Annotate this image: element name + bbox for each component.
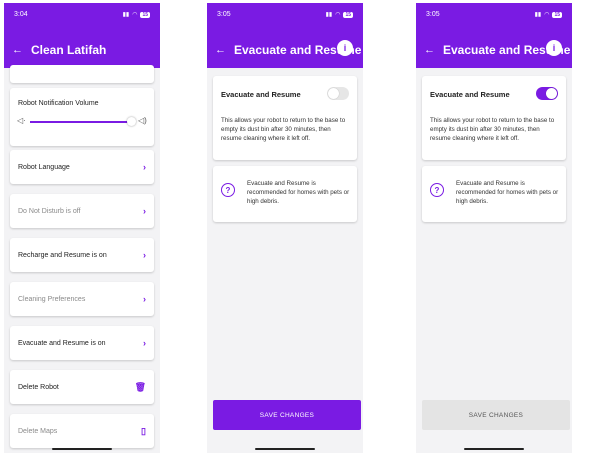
evacuate-resume-screen-on: 3:05 ▮▮ ◠ 15 ← Evacuate and Resume i Eva… xyxy=(416,3,572,453)
setting-card: Evacuate and Resume This allows your rob… xyxy=(213,76,357,160)
settings-item-robot-language[interactable]: Robot Language › xyxy=(10,150,154,184)
speaker-high-icon: ◁) xyxy=(138,116,147,125)
wifi-icon: ◠ xyxy=(335,12,341,18)
trash-icon: 🗑 xyxy=(134,381,146,392)
evacuate-resume-screen-off: 3:05 ▮▮ ◠ 15 ← Evacuate and Resume i Eva… xyxy=(207,3,363,453)
volume-label: Robot Notification Volume xyxy=(18,100,99,107)
back-arrow-icon[interactable]: ← xyxy=(215,44,226,56)
chevron-right-icon: › xyxy=(143,338,146,348)
setting-card: Evacuate and Resume This allows your rob… xyxy=(422,76,566,160)
settings-screen: 3:04 ▮▮ ◠ 15 ← Clean Latifah Robot Notif… xyxy=(4,3,160,453)
setting-title: Evacuate and Resume xyxy=(430,90,510,99)
item-label: Recharge and Resume is on xyxy=(18,251,107,259)
evacuate-resume-toggle[interactable] xyxy=(536,87,558,100)
save-changes-button[interactable]: SAVE CHANGES xyxy=(213,400,361,430)
note-card: ? Evacuate and Resume is recommended for… xyxy=(422,166,566,222)
status-time: 3:04 xyxy=(14,11,28,18)
chevron-right-icon: › xyxy=(143,162,146,172)
settings-item-do-not-disturb[interactable]: Do Not Disturb is off › xyxy=(10,194,154,228)
app-header: 3:05 ▮▮ ◠ 15 ← Evacuate and Resume i xyxy=(207,3,363,68)
app-header: 3:05 ▮▮ ◠ 15 ← Evacuate and Resume i xyxy=(416,3,572,68)
volume-card: Robot Notification Volume ◁· ◁) xyxy=(10,88,154,146)
maps-icon: ▯ xyxy=(141,425,146,436)
home-indicator xyxy=(464,448,524,450)
item-label: Delete Maps xyxy=(18,427,58,435)
signal-icon: ▮▮ xyxy=(325,12,333,18)
info-icon[interactable]: i xyxy=(337,40,353,56)
question-icon: ? xyxy=(430,183,444,197)
home-indicator xyxy=(52,448,112,450)
item-label: Do Not Disturb is off xyxy=(18,207,81,215)
chevron-right-icon: › xyxy=(143,250,146,260)
toggle-knob xyxy=(328,88,339,99)
settings-item-delete-robot[interactable]: Delete Robot 🗑 xyxy=(10,370,154,404)
setting-description: This allows your robot to return to the … xyxy=(221,117,346,142)
item-label: Delete Robot xyxy=(18,383,59,391)
chevron-right-icon: › xyxy=(143,206,146,216)
status-time: 3:05 xyxy=(217,11,231,18)
signal-icon: ▮▮ xyxy=(122,12,130,18)
previous-setting-card[interactable] xyxy=(10,65,154,83)
app-header: 3:04 ▮▮ ◠ 15 ← Clean Latifah xyxy=(4,3,160,68)
note-text: Evacuate and Resume is recommended for h… xyxy=(456,180,559,205)
settings-item-delete-maps[interactable]: Delete Maps ▯ xyxy=(10,414,154,448)
setting-title: Evacuate and Resume xyxy=(221,90,301,99)
toggle-knob xyxy=(546,88,557,99)
question-icon: ? xyxy=(221,183,235,197)
item-label: Evacuate and Resume is on xyxy=(18,339,106,347)
home-indicator xyxy=(255,448,315,450)
battery-icon: 15 xyxy=(140,11,150,18)
note-card: ? Evacuate and Resume is recommended for… xyxy=(213,166,357,222)
battery-icon: 15 xyxy=(552,11,562,18)
settings-item-evacuate-resume[interactable]: Evacuate and Resume is on › xyxy=(10,326,154,360)
wifi-icon: ◠ xyxy=(132,12,138,18)
info-icon[interactable]: i xyxy=(546,40,562,56)
status-icons: ▮▮ ◠ 15 xyxy=(326,11,353,18)
note-text: Evacuate and Resume is recommended for h… xyxy=(247,180,350,205)
item-label: Cleaning Preferences xyxy=(18,295,86,303)
back-arrow-icon[interactable]: ← xyxy=(424,44,435,56)
back-arrow-icon[interactable]: ← xyxy=(12,44,23,56)
volume-slider-track[interactable] xyxy=(30,121,132,123)
setting-description: This allows your robot to return to the … xyxy=(430,117,555,142)
volume-slider-thumb[interactable] xyxy=(127,117,136,126)
signal-icon: ▮▮ xyxy=(534,12,542,18)
wifi-icon: ◠ xyxy=(544,12,550,18)
settings-item-recharge-resume[interactable]: Recharge and Resume is on › xyxy=(10,238,154,272)
status-icons: ▮▮ ◠ 15 xyxy=(123,11,150,18)
save-changes-button[interactable]: SAVE CHANGES xyxy=(422,400,570,430)
status-icons: ▮▮ ◠ 15 xyxy=(535,11,562,18)
item-label: Robot Language xyxy=(18,163,70,171)
chevron-right-icon: › xyxy=(143,294,146,304)
evacuate-resume-toggle[interactable] xyxy=(327,87,349,100)
battery-icon: 15 xyxy=(343,11,353,18)
status-time: 3:05 xyxy=(426,11,440,18)
settings-item-cleaning-preferences[interactable]: Cleaning Preferences › xyxy=(10,282,154,316)
speaker-low-icon: ◁· xyxy=(17,116,26,125)
page-title: Clean Latifah xyxy=(31,43,107,57)
